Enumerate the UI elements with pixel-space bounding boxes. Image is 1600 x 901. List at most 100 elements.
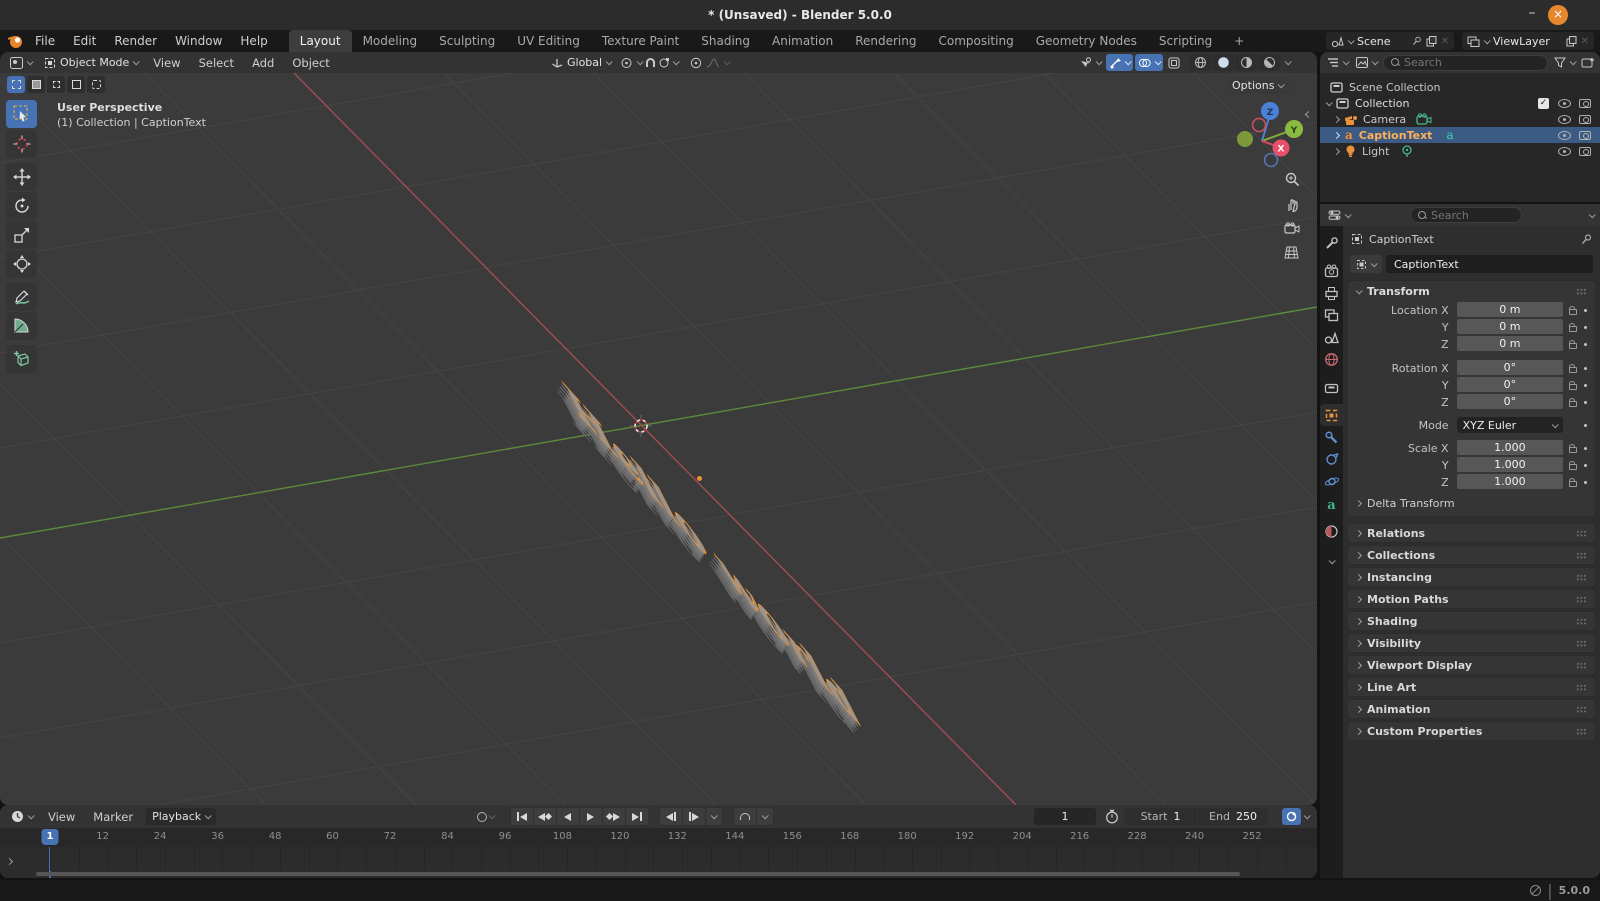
camera-view-button[interactable] <box>1283 220 1300 237</box>
outliner-filter-button[interactable] <box>1552 54 1577 71</box>
zoom-view-button[interactable] <box>1284 171 1301 188</box>
hide-eye-icon[interactable] <box>1558 130 1571 140</box>
delta-transform-subpanel[interactable]: Delta Transform <box>1348 494 1595 512</box>
outliner-display-mode[interactable] <box>1325 54 1350 71</box>
auto-keyframe-button[interactable] <box>476 811 487 822</box>
panel-motion-paths[interactable]: Motion Paths <box>1347 589 1596 609</box>
snap-target-icon[interactable] <box>658 57 670 69</box>
pin-icon[interactable] <box>1412 36 1422 46</box>
tab-data[interactable]: a <box>1320 494 1343 516</box>
panel-shading[interactable]: Shading <box>1347 611 1596 631</box>
render-visibility-icon[interactable] <box>1579 130 1591 140</box>
tab-scripting[interactable]: Scripting <box>1148 30 1223 52</box>
transform-orientation-selector[interactable]: Global <box>545 54 617 71</box>
render-visibility-icon[interactable] <box>1579 114 1591 124</box>
proportional-editing-controls[interactable] <box>690 57 731 69</box>
outliner-search-input[interactable] <box>1404 56 1484 69</box>
location-z-field[interactable]: 0 m <box>1456 336 1564 351</box>
show-object-types-button[interactable] <box>1076 54 1104 71</box>
rotation-mode-dropdown[interactable]: XYZ Euler <box>1456 417 1564 433</box>
shading-solid-button[interactable] <box>1212 54 1234 71</box>
properties-search-input[interactable] <box>1431 208 1511 222</box>
stopwatch-icon[interactable] <box>1105 809 1119 824</box>
options-button[interactable]: Options <box>1226 77 1290 94</box>
properties-options-chevron[interactable] <box>1588 210 1596 218</box>
keying-dropdown-chevron[interactable] <box>1303 812 1311 820</box>
frame-back-button[interactable] <box>659 808 682 825</box>
transform-panel-header[interactable]: Transform <box>1348 281 1595 301</box>
properties-editor-selector[interactable] <box>1326 207 1352 224</box>
outliner-row-scene-collection[interactable]: Scene Collection <box>1320 79 1600 95</box>
new-scene-icon[interactable] <box>1426 35 1437 47</box>
lock-icon[interactable] <box>1569 478 1578 487</box>
object-id-selector[interactable] <box>1350 255 1382 273</box>
panel-animation[interactable]: Animation <box>1347 699 1596 719</box>
select-extend-button[interactable] <box>27 76 45 93</box>
channel-expand-icon[interactable] <box>5 857 14 866</box>
hide-eye-icon[interactable] <box>1558 98 1571 108</box>
current-frame-field[interactable]: 1 <box>1034 808 1096 825</box>
frame-forward-button[interactable] <box>682 808 705 825</box>
tab-material[interactable] <box>1320 520 1343 542</box>
viewport-menu-add[interactable]: Add <box>243 52 283 74</box>
tool-annotate[interactable] <box>6 283 37 311</box>
rotation-y-field[interactable]: 0° <box>1456 377 1564 392</box>
tab-modeling[interactable]: Modeling <box>352 30 429 52</box>
panel-viewport-display[interactable]: Viewport Display <box>1347 655 1596 675</box>
lock-icon[interactable] <box>1569 340 1578 349</box>
location-y-field[interactable]: 0 m <box>1456 319 1564 334</box>
timeline-editor-selector[interactable] <box>5 808 39 825</box>
tool-transform[interactable] <box>6 250 37 278</box>
tab-scene[interactable] <box>1320 326 1343 348</box>
panel-visibility[interactable]: Visibility <box>1347 633 1596 653</box>
menu-window[interactable]: Window <box>166 30 231 52</box>
timeline-track[interactable] <box>0 847 1317 878</box>
select-new-button[interactable] <box>7 76 25 93</box>
new-collection-button[interactable] <box>1581 56 1595 69</box>
lock-icon[interactable] <box>1569 323 1578 332</box>
playhead-marker[interactable]: 1 <box>41 829 59 845</box>
panel-drag-handle[interactable] <box>1576 639 1587 647</box>
expand-icon[interactable] <box>1325 98 1333 106</box>
expand-icon[interactable] <box>1332 115 1341 123</box>
lock-icon[interactable] <box>1569 306 1578 315</box>
play-reverse-button[interactable] <box>556 808 579 825</box>
scene-selector[interactable]: Scene ✕ <box>1326 32 1454 50</box>
shading-material-button[interactable] <box>1235 54 1257 71</box>
tool-measure[interactable] <box>6 312 37 340</box>
expand-icon[interactable] <box>1332 147 1341 155</box>
prev-keyframe-button[interactable] <box>533 808 556 825</box>
toggle-xray-button[interactable] <box>1165 54 1183 71</box>
keying-set-button[interactable] <box>1282 808 1301 825</box>
lock-icon[interactable] <box>1569 364 1578 373</box>
tab-shading[interactable]: Shading <box>690 30 761 52</box>
snap-controls[interactable] <box>646 57 680 69</box>
panel-drag-handle[interactable] <box>1576 529 1587 537</box>
menu-help[interactable]: Help <box>231 30 276 52</box>
panel-relations[interactable]: Relations <box>1347 523 1596 543</box>
loop-dropdown[interactable] <box>756 808 773 825</box>
add-workspace-button[interactable]: + <box>1223 30 1255 52</box>
timeline-ruler[interactable]: 1 12 24 36 48 60 72 84 96 108 120 132 144 156 168 180 1… <box>0 828 1317 847</box>
new-viewlayer-icon[interactable] <box>1566 35 1577 47</box>
hide-eye-icon[interactable] <box>1558 146 1571 156</box>
animate-dot[interactable] <box>1584 480 1587 484</box>
location-x-field[interactable]: 0 m <box>1456 302 1564 317</box>
outliner-filter-type[interactable] <box>1354 54 1379 71</box>
tab-view-layer[interactable] <box>1320 304 1343 326</box>
tool-cursor[interactable] <box>6 130 37 158</box>
scale-z-field[interactable]: 1.000 <box>1456 474 1564 489</box>
navigation-gizmo[interactable]: Z Y X <box>1232 98 1304 172</box>
object-name-field[interactable]: CaptionText <box>1386 255 1593 273</box>
panel-instancing[interactable]: Instancing <box>1347 567 1596 587</box>
panel-collections[interactable]: Collections <box>1347 545 1596 565</box>
blender-logo-icon[interactable] <box>8 34 23 49</box>
pan-view-button[interactable] <box>1284 196 1301 213</box>
scale-y-field[interactable]: 1.000 <box>1456 457 1564 472</box>
menu-file[interactable]: File <box>26 30 64 52</box>
panel-drag-handle[interactable] <box>1576 287 1587 295</box>
animate-dot[interactable] <box>1584 383 1587 387</box>
tab-sculpting[interactable]: Sculpting <box>428 30 506 52</box>
viewlayer-selector[interactable]: ViewLayer ✕ <box>1462 32 1594 50</box>
autokey-dropdown-chevron[interactable] <box>488 812 496 820</box>
